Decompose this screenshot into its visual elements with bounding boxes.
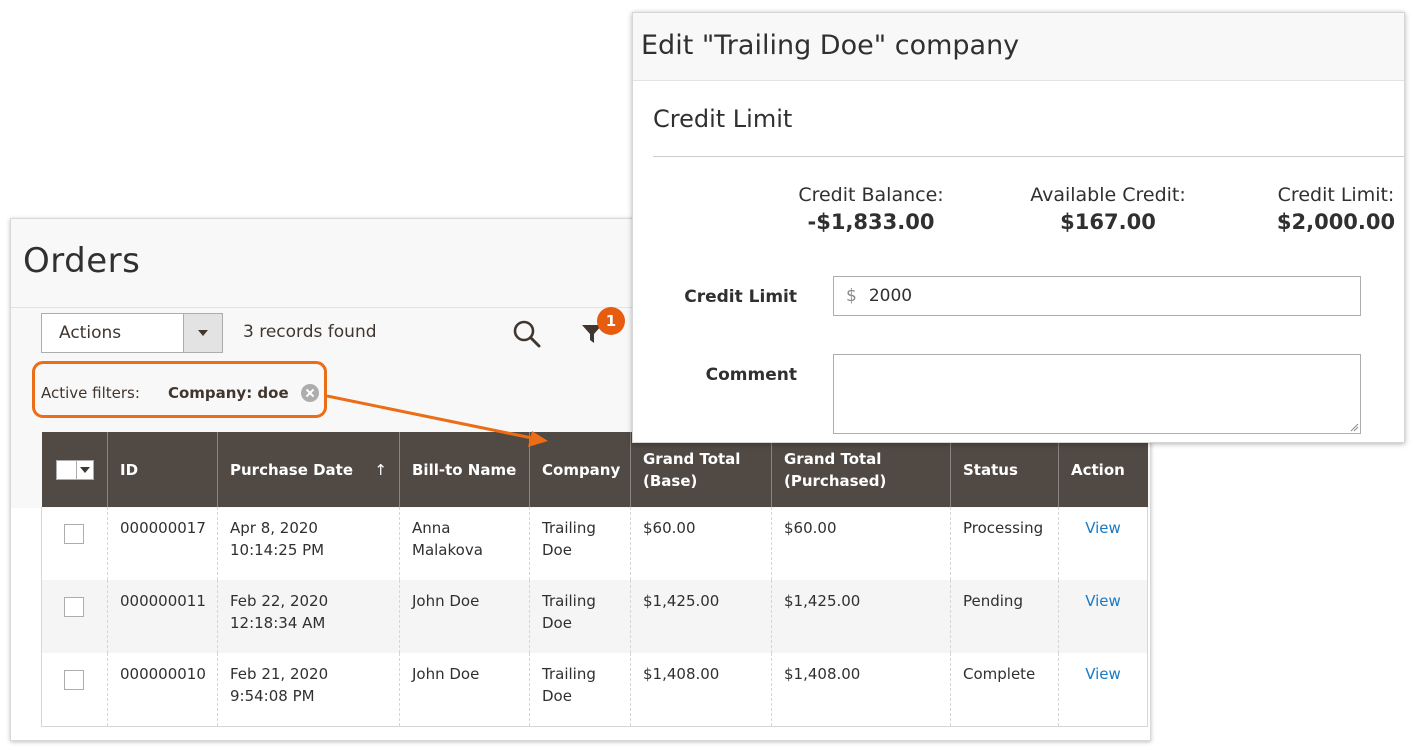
row-checkbox[interactable] [64,524,84,544]
credit-limit-input-value: 2000 [868,286,913,306]
mass-select-checkbox[interactable] [56,460,76,479]
cell-status: Complete [950,653,1059,727]
column-header-grand-total-purchased[interactable]: Grand Total (Purchased) [771,432,951,507]
column-header-id[interactable]: ID [107,432,218,507]
modal-header: Edit "Trailing Doe" company [633,13,1404,81]
credit-limit-summary: Credit Limit: $2,000.00 [1271,183,1401,237]
cell-purchase-date: Feb 21, 2020 9:54:08 PM [217,653,400,727]
chevron-down-icon[interactable] [75,460,93,479]
active-filters-label: Active filters: [41,384,140,402]
cell-purchase-date: Apr 8, 2020 10:14:25 PM [217,507,400,580]
cell-bill-to-name: John Doe [399,580,530,653]
column-header-action: Action [1058,432,1148,507]
credit-limit-field-label: Credit Limit [684,287,797,307]
actions-dropdown-toggle[interactable] [183,314,222,352]
credit-limit-summary-value: $2,000.00 [1276,210,1396,234]
active-filter-chip: Company: doe [167,384,289,402]
view-link[interactable]: View [1071,663,1135,685]
column-header-bill-to-name[interactable]: Bill-to Name [399,432,530,507]
cell-action: View [1058,653,1148,727]
available-credit-label: Available Credit: [1030,184,1186,206]
close-circle-icon[interactable] [300,384,319,402]
cell-grand-total-base: $1,408.00 [630,653,772,727]
section-divider [653,156,1404,157]
credit-limit-section-title: Credit Limit [653,105,793,133]
cell-grand-total-purchased: $60.00 [771,507,951,580]
cell-company: Trailing Doe [529,580,631,653]
sort-arrow-icon: ↑ [374,460,387,479]
cell-purchase-date: Feb 22, 2020 12:18:34 AM [217,580,400,653]
cell-company: Trailing Doe [529,507,631,580]
column-header-status[interactable]: Status [950,432,1059,507]
actions-dropdown[interactable]: Actions [41,313,223,353]
available-credit-summary: Available Credit: $167.00 [1023,183,1193,237]
comment-field-label: Comment [705,365,797,385]
currency-symbol: $ [846,286,857,306]
cell-id: 000000010 [107,653,218,727]
credit-limit-summary-label: Credit Limit: [1277,184,1395,206]
cell-grand-total-base: $60.00 [630,507,772,580]
cell-bill-to-name: John Doe [399,653,530,727]
resize-grip-icon[interactable] [1349,422,1359,432]
mass-select-header[interactable] [41,432,108,507]
table-header-row: ID Purchase Date ↑ Bill-to Name Company … [41,432,1148,507]
available-credit-value: $167.00 [1060,210,1156,234]
edit-company-modal: Edit "Trailing Doe" company Credit Limit… [632,12,1405,443]
cell-grand-total-purchased: $1,408.00 [771,653,951,727]
column-header-company[interactable]: Company [529,432,631,507]
credit-balance-label: Credit Balance: [798,184,944,206]
actions-dropdown-label: Actions [59,323,122,343]
cell-id: 000000011 [107,580,218,653]
comment-textarea[interactable] [833,354,1361,434]
row-checkbox[interactable] [64,597,84,617]
search-icon[interactable] [512,319,542,349]
active-filters: Active filters: Company: doe [41,378,319,408]
records-found: 3 records found [243,322,377,342]
cell-status: Processing [950,507,1059,580]
cell-grand-total-base: $1,425.00 [630,580,772,653]
table-row: 000000017 Apr 8, 2020 10:14:25 PM Anna M… [41,507,1148,580]
cell-company: Trailing Doe [529,653,631,727]
cell-id: 000000017 [107,507,218,580]
cell-grand-total-purchased: $1,425.00 [771,580,951,653]
view-link[interactable]: View [1071,590,1135,612]
page-title: Orders [23,241,141,281]
filter-count-badge: 1 [597,307,625,335]
cell-action: View [1058,507,1148,580]
chevron-down-icon [198,330,208,336]
credit-balance-summary: Credit Balance: -$1,833.00 [796,183,946,237]
cell-bill-to-name: Anna Malakova [399,507,530,580]
view-link[interactable]: View [1071,517,1135,539]
row-checkbox[interactable] [64,670,84,690]
cell-status: Pending [950,580,1059,653]
mass-select-dropdown[interactable] [55,459,94,480]
credit-limit-input[interactable]: $ 2000 [833,276,1361,316]
row-select-cell [41,580,108,653]
column-header-label: Purchase Date [230,460,354,479]
table-row: 000000011 Feb 22, 2020 12:18:34 AM John … [41,580,1148,653]
cell-action: View [1058,580,1148,653]
table-row: 000000010 Feb 21, 2020 9:54:08 PM John D… [41,653,1148,727]
orders-table: ID Purchase Date ↑ Bill-to Name Company … [41,432,1148,727]
column-header-grand-total-base[interactable]: Grand Total (Base) [630,432,772,507]
column-header-purchase-date[interactable]: Purchase Date ↑ [217,432,400,507]
row-select-cell [41,507,108,580]
credit-balance-value: -$1,833.00 [807,210,935,234]
row-select-cell [41,653,108,727]
modal-title: Edit "Trailing Doe" company [641,30,1020,61]
